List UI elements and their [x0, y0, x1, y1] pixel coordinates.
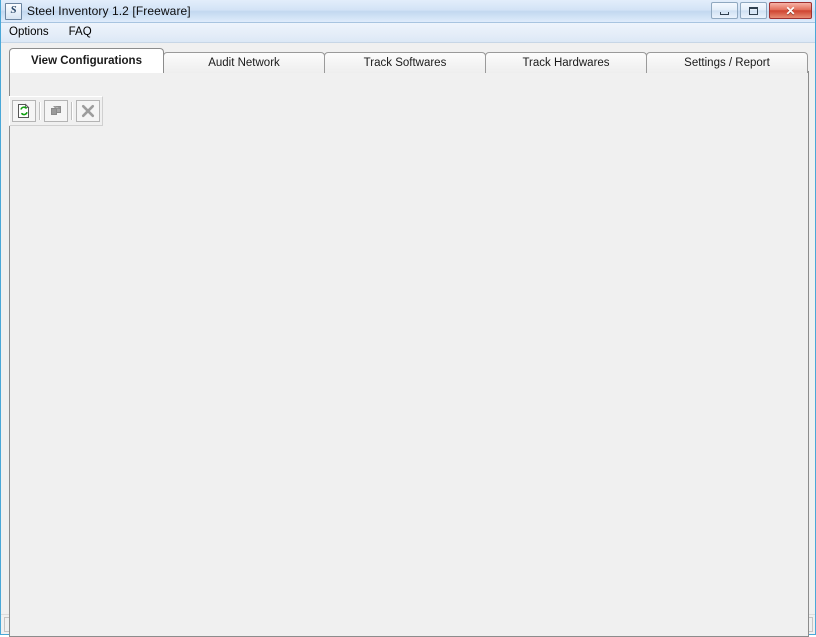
copy-icon: [51, 106, 61, 115]
tab-view-configurations[interactable]: View Configurations: [9, 48, 164, 73]
tab-label: Settings / Report: [684, 57, 770, 69]
tab-label: Track Hardwares: [522, 57, 610, 69]
menu-item-faq[interactable]: FAQ: [67, 25, 100, 40]
close-button[interactable]: ✕: [769, 2, 812, 19]
delete-icon: [81, 104, 95, 118]
close-icon: ✕: [785, 3, 796, 18]
window-controls: ✕: [711, 2, 812, 19]
menu-bar: Options FAQ: [1, 23, 815, 43]
toolbar: [9, 96, 103, 126]
tab-panel: [9, 71, 809, 637]
copy-button[interactable]: [44, 100, 68, 122]
tab-audit-network[interactable]: Audit Network: [163, 52, 325, 73]
delete-button[interactable]: [76, 100, 100, 122]
tab-track-hardwares[interactable]: Track Hardwares: [485, 52, 647, 73]
tab-label: Audit Network: [208, 57, 280, 69]
new-snapshot-icon: [18, 103, 30, 118]
client-area: SOFTPEDIA www.softpedia.com SOFTPEDIA SO…: [1, 43, 815, 637]
tab-strip: View Configurations Audit Network Track …: [9, 47, 809, 73]
tab-label: View Configurations: [31, 55, 142, 67]
menu-item-options[interactable]: Options: [7, 25, 57, 40]
minimize-button[interactable]: [711, 2, 738, 19]
tab-settings-report[interactable]: Settings / Report: [646, 52, 808, 73]
tab-label: Track Softwares: [363, 57, 447, 69]
toolbar-separator: [71, 102, 73, 120]
minimize-icon: [720, 11, 729, 15]
maximize-icon: [749, 6, 758, 15]
application-window: S Steel Inventory 1.2 [Freeware] ✕ Optio…: [0, 0, 816, 637]
toolbar-separator: [39, 102, 41, 120]
window-title: Steel Inventory 1.2 [Freeware]: [27, 4, 191, 18]
maximize-button[interactable]: [740, 2, 767, 19]
title-bar: S Steel Inventory 1.2 [Freeware] ✕: [1, 0, 815, 23]
tab-track-softwares[interactable]: Track Softwares: [324, 52, 486, 73]
app-icon: S: [5, 2, 22, 20]
new-snapshot-button[interactable]: [12, 100, 36, 122]
